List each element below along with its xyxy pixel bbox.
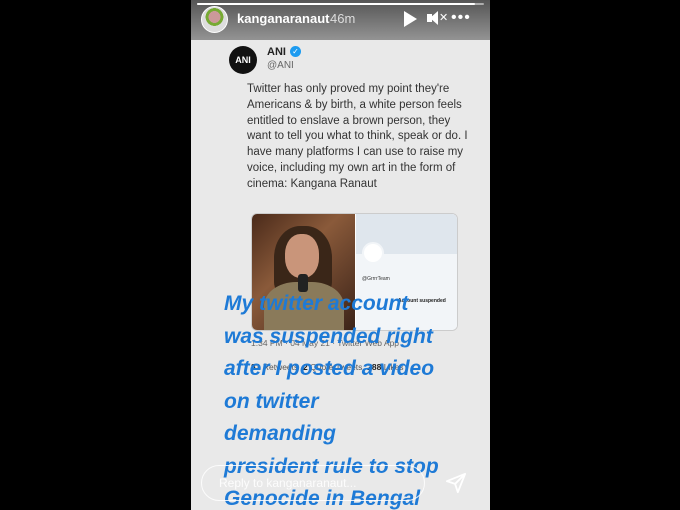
caption-line: after I posted a video <box>224 357 435 380</box>
default-avatar-icon <box>362 242 384 264</box>
speaker-muted-icon[interactable]: ✕ <box>427 10 448 26</box>
caption-line: was suspended right <box>224 324 433 348</box>
ani-logo: ANI <box>229 46 257 74</box>
send-icon[interactable] <box>445 472 467 494</box>
profile-avatar[interactable] <box>201 6 228 33</box>
story-progress-fill <box>197 3 476 5</box>
verified-badge-icon: ✓ <box>290 46 301 57</box>
caption-line: My twitter account <box>224 292 409 315</box>
tweet-author-handle: @ANI <box>267 60 294 71</box>
story-time: 46m <box>330 11 356 26</box>
story-viewer[interactable]: ANI ANI ✓ @ANI Twitter has only proved m… <box>191 0 490 510</box>
reply-placeholder[interactable]: Reply to kanganaranaut... <box>219 476 356 490</box>
embedded-handle: @GrrrrTeam <box>362 276 390 282</box>
play-icon[interactable] <box>403 10 417 27</box>
story-progress-bar <box>197 3 484 5</box>
more-options-icon[interactable]: ••• <box>451 9 471 27</box>
tweet-text: Twitter has only proved my point they're… <box>247 83 468 190</box>
caption-line: on twitter <box>224 389 319 413</box>
caption-line: demanding <box>224 422 337 445</box>
tweet-author-name: ANI <box>267 46 286 58</box>
story-username[interactable]: kanganaranaut <box>237 11 329 26</box>
